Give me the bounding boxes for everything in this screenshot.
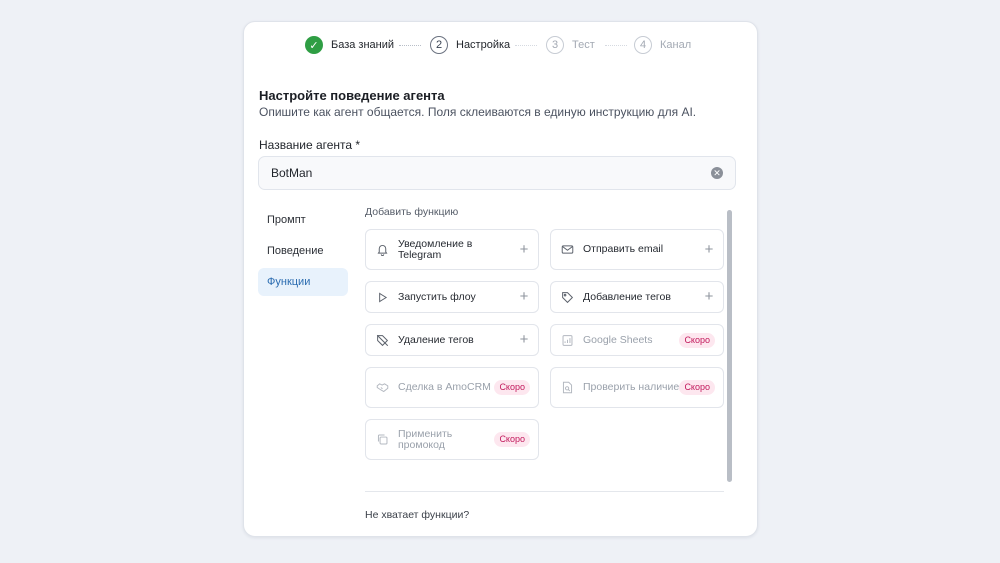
doc-search-icon [561,381,574,394]
play-icon [376,291,389,304]
function-label: Применить промокод [398,427,453,451]
bell-icon [376,243,389,256]
plus-icon[interactable]: + [518,332,530,347]
soon-badge: Скоро [494,380,530,395]
page-subtitle: Опишите как агент общается. Поля склеива… [259,105,697,119]
function-label: Уведомление в Telegram [398,237,473,261]
tab-functions[interactable]: Функции [258,268,348,296]
step-number: 2 [430,36,448,54]
page-title: Настройте поведение агента [259,88,445,103]
step-test[interactable]: 3 Тест [546,34,595,56]
setup-card: ✓ База знаний 2 Настройка 3 Тест 4 Канал… [243,21,758,537]
soon-badge: Скоро [494,432,530,447]
check-icon: ✓ [305,36,323,54]
step-connector [515,45,537,46]
step-label: База знаний [331,39,395,51]
plus-icon[interactable]: + [703,242,715,257]
add-function-label: Добавить функцию [365,206,459,218]
function-send-email[interactable]: Отправить email + [550,229,724,270]
soon-badge: Скоро [679,332,715,348]
step-channel[interactable]: 4 Канал [634,34,691,56]
function-remove-tags[interactable]: Удаление тегов + [365,324,539,356]
scrollbar[interactable] [727,210,732,482]
function-label: Сделка в AmoCRM [398,381,491,393]
step-number: 3 [546,36,564,54]
function-google-sheets: Google Sheets Скоро [550,324,724,356]
step-label: Тест [572,39,595,51]
divider [365,491,724,492]
agent-name-input[interactable] [258,156,736,190]
agent-name-label: Название агента * [259,138,361,152]
step-connector [605,45,627,46]
function-label: Отправить email [583,243,664,255]
plus-icon[interactable]: + [518,242,530,257]
tab-behavior[interactable]: Поведение [258,237,348,265]
function-label: Google Sheets [583,333,653,346]
plus-icon[interactable]: + [703,289,715,304]
stepper: ✓ База знаний 2 Настройка 3 Тест 4 Канал [244,34,757,56]
step-settings[interactable]: 2 Настройка [430,34,510,56]
step-label: Настройка [456,39,511,51]
clear-icon[interactable]: ✕ [711,167,723,179]
copy-icon [376,433,389,446]
mail-icon [561,243,574,256]
function-label: Проверить наличие [583,381,680,393]
function-label: Удаление тегов [398,333,474,346]
tab-prompt[interactable]: Промпт [258,206,348,234]
step-number: 4 [634,36,652,54]
function-run-flow[interactable]: Запустить флоу + [365,281,539,313]
step-connector [399,45,421,46]
missing-function-link[interactable]: Не хватает функции? [365,509,469,521]
function-add-tags[interactable]: Добавление тегов + [550,281,724,313]
handshake-icon [376,381,389,394]
step-label: Канал [660,39,692,51]
step-knowledge-base[interactable]: ✓ База знаний [305,34,394,56]
function-label: Добавление тегов [583,290,671,303]
plus-icon[interactable]: + [518,289,530,304]
tag-icon [561,291,574,304]
function-telegram-notification[interactable]: Уведомление в Telegram + [365,229,539,270]
function-check-stock: Проверить наличие Скоро [550,367,724,408]
function-apply-promo: Применить промокод Скоро [365,419,539,460]
tag-off-icon [376,334,389,347]
sheet-icon [561,334,574,347]
function-label: Запустить флоу [398,290,476,303]
function-amocrm-deal: Сделка в AmoCRM Скоро [365,367,539,408]
soon-badge: Скоро [679,380,715,395]
